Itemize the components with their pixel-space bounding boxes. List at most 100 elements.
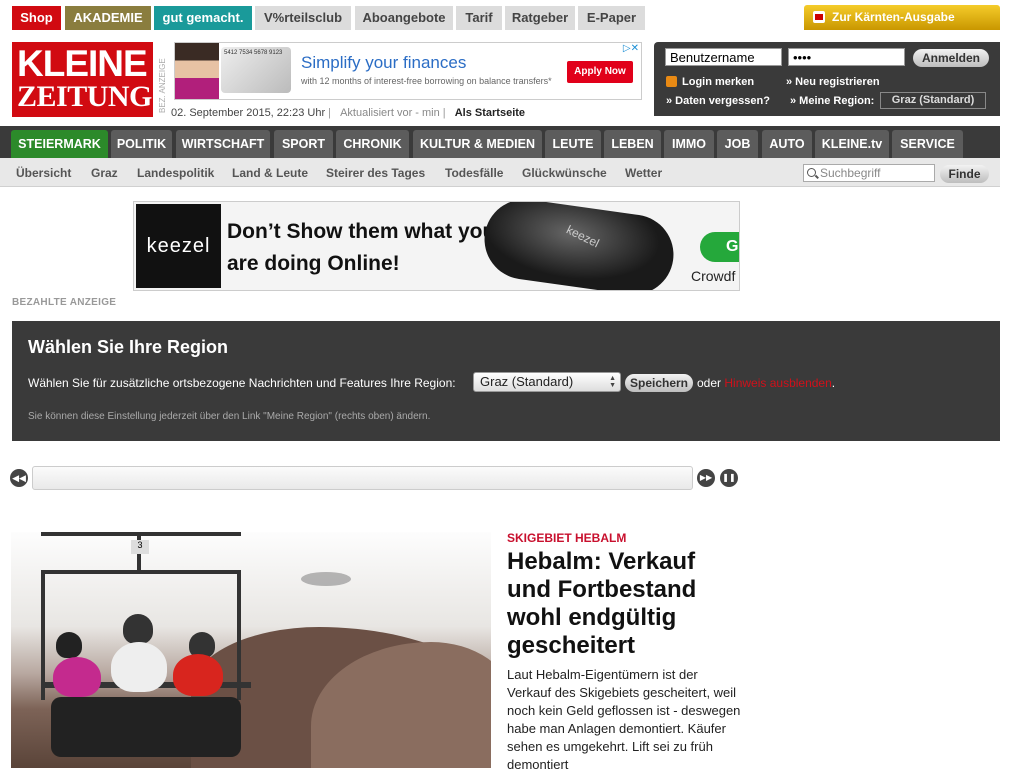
nav-immo[interactable]: IMMO — [664, 130, 714, 158]
search-icon — [807, 168, 816, 177]
hide-hint-link[interactable]: Hinweis ausblenden — [724, 376, 831, 390]
paid-ad-label: BEZAHLTE ANZEIGE — [12, 297, 117, 308]
subnav-uebersicht[interactable]: Übersicht — [16, 166, 71, 180]
article-photo[interactable]: 3 — [11, 532, 491, 768]
logo-line2: ZEITUNG — [17, 80, 152, 113]
set-homepage-link[interactable]: Als Startseite — [455, 107, 525, 119]
keezel-headline-line2: are doing Online! — [227, 252, 400, 275]
nav-politik[interactable]: POLITIK — [111, 130, 172, 158]
apply-now-button[interactable]: Apply Now — [567, 61, 633, 83]
photo-cloud — [301, 572, 351, 586]
finance-ad-banner[interactable]: 5412 7534 5678 9123 Simplify your financ… — [174, 42, 642, 100]
skier-3-body — [173, 654, 223, 696]
subnav-landespolitik[interactable]: Landespolitik — [137, 166, 214, 180]
logo-line1: KLEINE — [17, 43, 148, 84]
keezel-cta-button[interactable]: GE — [700, 232, 739, 262]
chair-number: 3 — [131, 540, 149, 554]
kleine-zeitung-logo[interactable]: KLEINE ZEITUNG — [12, 42, 153, 117]
slider-next-icon[interactable]: ▶▶ — [697, 469, 715, 487]
region-selector-panel: Wählen Sie Ihre Region Wählen Sie für zu… — [12, 321, 1000, 441]
region-select-value: Graz (Standard) — [480, 374, 574, 389]
login-button[interactable]: Anmelden — [913, 49, 989, 67]
my-region-label: » Meine Region: — [790, 95, 875, 107]
skier-2-helmet — [123, 614, 153, 644]
article-kicker[interactable]: SKIGEBIET HEBALM — [507, 531, 626, 545]
keezel-headline: Don’t Show them what you are doing Onlin… — [227, 216, 495, 280]
subnav-land-leute[interactable]: Land & Leute — [232, 166, 308, 180]
nav-kultur-medien[interactable]: KULTUR & MEDIEN — [413, 130, 542, 158]
credit-card-image: 5412 7534 5678 9123 — [221, 47, 291, 93]
kaernten-edition-button[interactable]: Zur Kärnten-Ausgabe — [804, 5, 1000, 30]
finance-ad-subline: with 12 months of interest-free borrowin… — [301, 76, 552, 86]
subnav-steirer-des-tages[interactable]: Steirer des Tages — [326, 166, 425, 180]
ad-woman-image — [175, 43, 219, 99]
remember-label[interactable]: Login merken — [682, 76, 754, 88]
slider-track[interactable] — [32, 466, 693, 490]
region-title: Wählen Sie Ihre Region — [28, 337, 229, 357]
password-field[interactable] — [788, 48, 905, 66]
topbar-tab-ratgeber[interactable]: Ratgeber — [505, 6, 575, 30]
keezel-device-image: keezel — [479, 202, 679, 290]
updated-label: Aktualisiert vor - min — [340, 107, 440, 119]
adchoices-icon[interactable]: ▷✕ — [623, 43, 639, 54]
nav-chronik[interactable]: CHRONIK — [336, 130, 409, 158]
top-service-bar: Shop AKADEMIE gut gemacht. V%rteilsclub … — [0, 0, 1024, 30]
kaernten-edition-label: Zur Kärnten-Ausgabe — [832, 10, 955, 24]
teaser-slider: ◀◀ ▶▶ ❚❚ — [10, 466, 740, 490]
subnav-todesfaelle[interactable]: Todesfälle — [445, 166, 503, 180]
topbar-tab-gut-gemacht[interactable]: gut gemacht. — [154, 6, 252, 30]
nav-wirtschaft[interactable]: WIRTSCHAFT — [176, 130, 270, 158]
search-input[interactable]: Suchbegriff — [803, 164, 935, 182]
topbar-tab-vorteilsclub[interactable]: V%rteilsclub — [255, 6, 351, 30]
chair-frame-top — [41, 570, 241, 574]
keezel-crowdfunding-text: Crowdf — [691, 268, 736, 284]
subnav-glueckwuensche[interactable]: Glückwünsche — [522, 166, 607, 180]
keezel-headline-line1: Don’t Show them what you — [227, 220, 496, 243]
current-date: 02. September 2015, 22:23 Uhr — [171, 107, 326, 119]
nav-job[interactable]: JOB — [717, 130, 758, 158]
skier-1-body — [53, 657, 101, 697]
subnav-graz[interactable]: Graz — [91, 166, 118, 180]
topbar-tab-epaper[interactable]: E-Paper — [578, 6, 645, 30]
search-button[interactable]: Finde — [940, 165, 989, 183]
sub-navigation: Übersicht Graz Landespolitik Land & Leut… — [0, 158, 1000, 187]
skier-legs — [51, 697, 241, 757]
my-region-value[interactable]: Graz (Standard) — [880, 92, 986, 109]
slider-prev-icon[interactable]: ◀◀ — [10, 469, 28, 487]
nav-steiermark[interactable]: STEIERMARK — [11, 130, 108, 158]
login-panel: Anmelden Login merken » Neu registrieren… — [654, 42, 1000, 116]
article-headline[interactable]: Hebalm: Verkauf und Fortbestand wohl end… — [507, 548, 737, 660]
main-navigation: STEIERMARK POLITIK WIRTSCHAFT SPORT CHRO… — [0, 126, 1000, 158]
select-arrows-icon: ▲ ▼ — [609, 375, 616, 389]
nav-leute[interactable]: LEUTE — [545, 130, 601, 158]
nav-auto[interactable]: AUTO — [762, 130, 812, 158]
coat-of-arms-icon — [813, 11, 825, 23]
or-label: oder — [697, 376, 722, 390]
chair-frame-right — [237, 570, 241, 700]
keezel-ad-banner[interactable]: keezel Don’t Show them what you are doin… — [133, 201, 740, 291]
region-select[interactable]: Graz (Standard) ▲ ▼ — [473, 372, 621, 392]
nav-kleine-tv[interactable]: KLEINE.tv — [815, 130, 889, 158]
register-link[interactable]: » Neu registrieren — [786, 76, 880, 88]
forgot-link[interactable]: » Daten vergessen? — [666, 95, 770, 107]
topbar-tab-tarif[interactable]: Tarif — [456, 6, 502, 30]
dateline: 02. September 2015, 22:23 Uhr | Aktualis… — [171, 107, 526, 119]
topbar-tab-shop[interactable]: Shop — [12, 6, 61, 30]
slider-pause-icon[interactable]: ❚❚ — [720, 469, 738, 487]
topbar-tab-aboangebote[interactable]: Aboangebote — [355, 6, 453, 30]
skier-2-body — [111, 642, 167, 692]
nav-service[interactable]: SERVICE — [892, 130, 963, 158]
topbar-tab-akademie[interactable]: AKADEMIE — [65, 6, 151, 30]
chair-frame-left — [41, 570, 45, 700]
device-brand: keezel — [564, 222, 602, 251]
card-number: 5412 7534 5678 9123 — [224, 50, 283, 56]
finance-ad-headline: Simplify your finances — [301, 53, 467, 72]
region-question: Wählen Sie für zusätzliche ortsbezogene … — [28, 376, 456, 390]
subnav-wetter[interactable]: Wetter — [625, 166, 662, 180]
username-field[interactable] — [665, 48, 782, 66]
save-region-button[interactable]: Speichern — [625, 374, 693, 392]
remember-checkbox[interactable] — [666, 76, 677, 87]
nav-leben[interactable]: LEBEN — [604, 130, 661, 158]
nav-sport[interactable]: SPORT — [274, 130, 333, 158]
period: . — [831, 376, 836, 390]
